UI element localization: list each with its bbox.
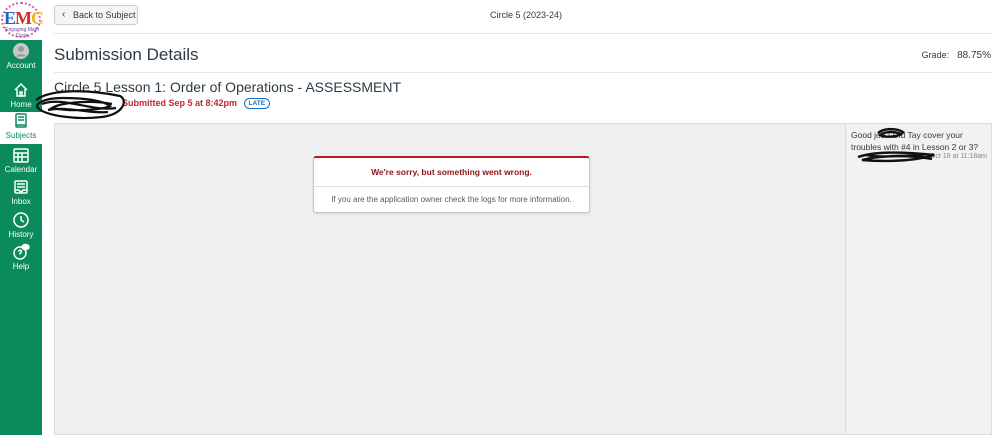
- history-icon: [12, 211, 30, 229]
- grade-label: Grade:: [921, 50, 950, 60]
- redaction-scribble: [35, 90, 125, 120]
- grade-display: Grade: 88.75%: [922, 50, 991, 61]
- logo-text: EMC: [4, 8, 44, 28]
- nav-item-history[interactable]: History: [0, 211, 42, 243]
- subjects-icon: [12, 112, 30, 130]
- nav-item-account[interactable]: Account: [0, 42, 42, 74]
- calendar-icon: [12, 146, 30, 164]
- nav-item-inbox[interactable]: Inbox: [0, 178, 42, 210]
- error-message: If you are the application owner check t…: [331, 195, 572, 204]
- submitted-timestamp: Submitted Sep 5 at 8:42pm: [122, 98, 238, 108]
- back-button-label: Back to Subject: [73, 10, 136, 20]
- grade-value: 88.75%: [957, 50, 991, 61]
- home-icon: [12, 81, 30, 99]
- header-divider: [54, 33, 992, 34]
- app-logo[interactable]: EMC Engaging Math Circle: [0, 0, 44, 40]
- global-nav: EMC Engaging Math Circle Account Home Su…: [0, 0, 44, 435]
- comments-panel: Good job ! Did Tay cover your troubles w…: [846, 123, 992, 435]
- inbox-icon: [12, 178, 30, 196]
- title-divider: [54, 72, 992, 73]
- nav-label-account: Account: [6, 61, 36, 70]
- nav-item-help[interactable]: Help: [0, 243, 42, 275]
- account-icon: [12, 42, 30, 60]
- submission-viewer: We're sorry, but something went wrong. I…: [54, 123, 846, 435]
- page-title: Submission Details: [54, 45, 199, 64]
- logo-subtitle: Engaging Math Circle: [5, 27, 39, 39]
- nav-label-subjects: Subjects: [5, 131, 37, 140]
- nav-label-history: History: [8, 230, 34, 239]
- back-to-subject-button[interactable]: ‹ Back to Subject: [54, 5, 138, 25]
- nav-item-calendar[interactable]: Calendar: [0, 146, 42, 178]
- error-dialog: We're sorry, but something went wrong. I…: [313, 156, 590, 213]
- nav-label-calendar: Calendar: [4, 165, 38, 174]
- nav-label-inbox: Inbox: [11, 197, 31, 206]
- course-title: Circle 5 (2023-24): [490, 10, 563, 20]
- author-redaction-scribble: [857, 151, 935, 163]
- late-badge: LATE: [243, 98, 271, 109]
- error-title: We're sorry, but something went wrong.: [314, 158, 589, 187]
- chevron-left-icon: ‹: [62, 9, 66, 20]
- nav-label-help: Help: [12, 262, 30, 271]
- comment-redaction-scribble: [877, 127, 905, 138]
- help-icon: [12, 243, 30, 261]
